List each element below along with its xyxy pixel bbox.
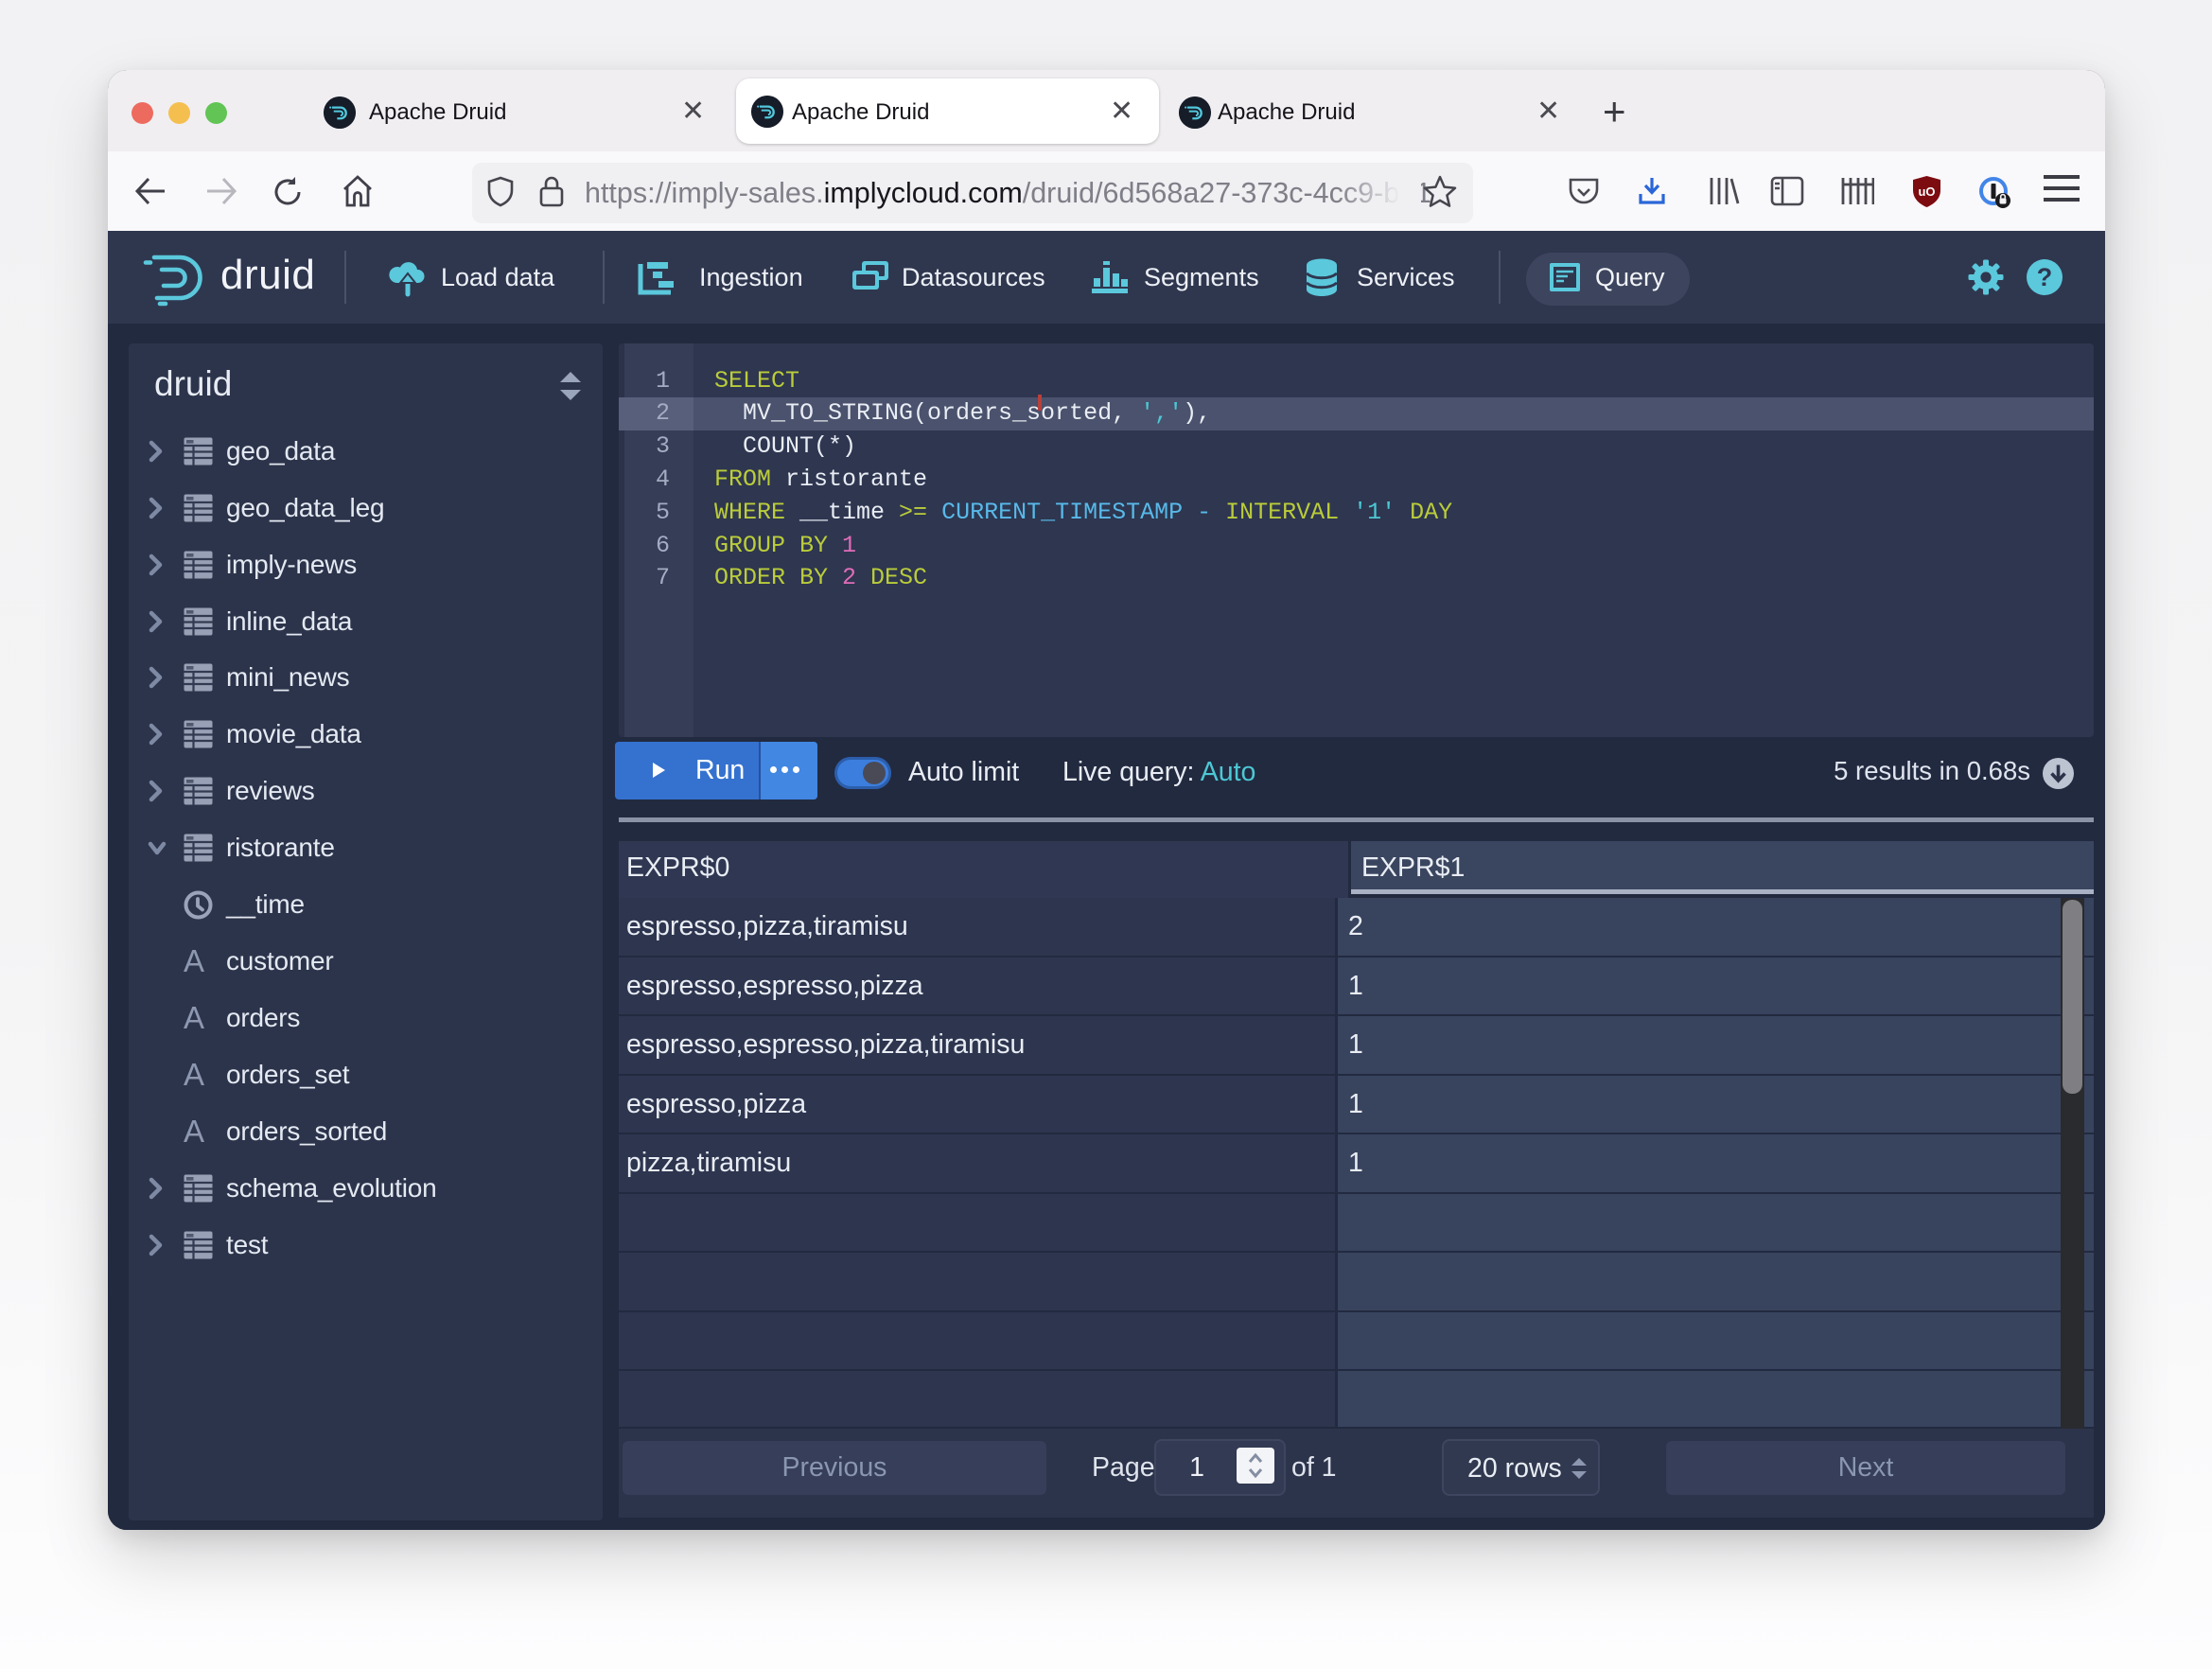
svg-text:?: ? — [2037, 263, 2053, 291]
svg-text:uO: uO — [1918, 184, 1935, 199]
